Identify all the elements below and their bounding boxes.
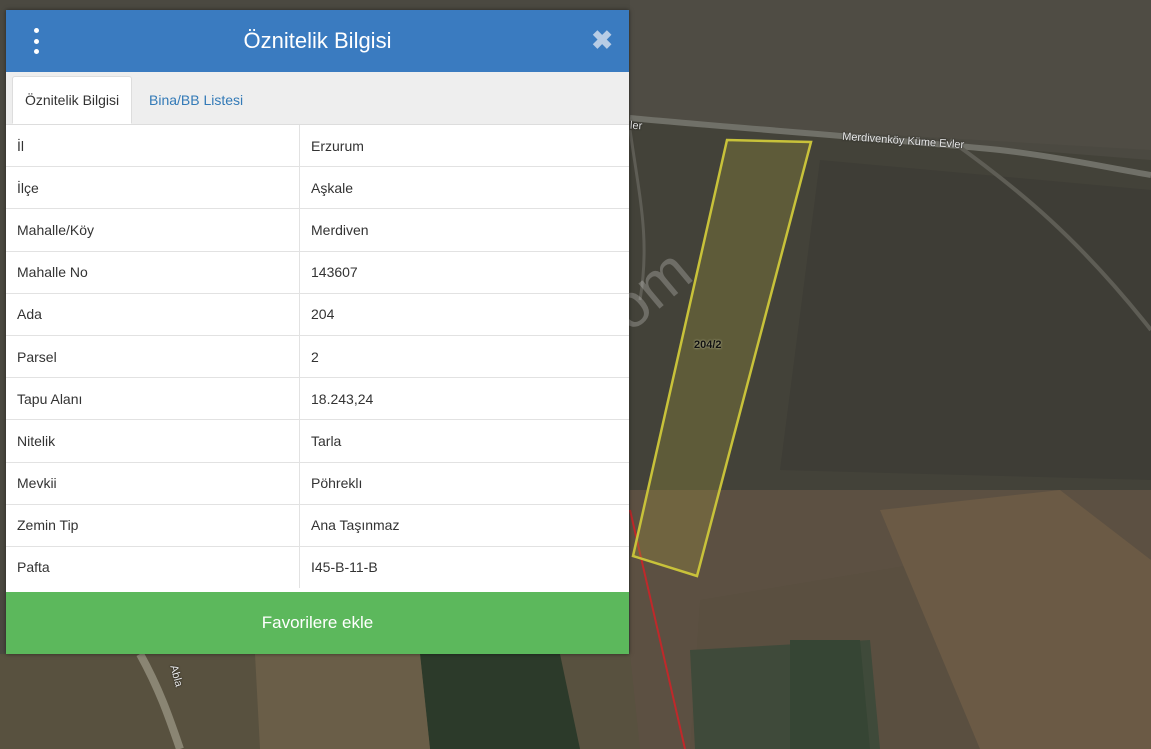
table-row: Zemin Tip Ana Taşınmaz [6, 503, 629, 547]
row-value: 204 [299, 292, 629, 336]
tab-building-list[interactable]: Bina/BB Listesi [137, 76, 255, 124]
row-value: 18.243,24 [299, 377, 629, 420]
table-row: Tapu Alanı 18.243,24 [6, 377, 629, 420]
table-row: Mahalle No 143607 [6, 250, 629, 294]
row-key: Ada [6, 292, 300, 336]
tab-bar: Öznitelik Bilgisi Bina/BB Listesi [6, 72, 629, 125]
row-key: Mahalle No [6, 250, 300, 294]
table-row: Mevkii Pöhreklı [6, 461, 629, 505]
parcel-label: 204/2 [694, 339, 722, 351]
row-value: Tarla [299, 419, 629, 462]
row-key: Mevkii [6, 461, 300, 505]
row-key: Zemin Tip [6, 503, 300, 547]
row-value: 2 [299, 334, 629, 378]
close-icon[interactable]: ✖ [591, 26, 613, 54]
table-row: Pafta I45-B-11-B [6, 545, 629, 589]
row-value: Ana Taşınmaz [299, 503, 629, 547]
row-key: İl [6, 125, 300, 167]
row-value: Aşkale [299, 166, 629, 209]
row-value: Erzurum [311, 137, 364, 154]
row-key: İlçe [6, 166, 300, 209]
row-key: Tapu Alanı [6, 377, 300, 420]
attribute-info-panel: Öznitelik Bilgisi ✖ Öznitelik Bilgisi Bi… [6, 10, 629, 654]
row-key: Mahalle/Köy [6, 208, 300, 252]
tab-attribute-info[interactable]: Öznitelik Bilgisi [12, 76, 133, 124]
table-row: Parsel 2 [6, 334, 629, 378]
add-to-favorites-button[interactable]: Favorilere ekle [6, 592, 629, 654]
row-key: Parsel [6, 334, 300, 378]
table-row: Nitelik Tarla [6, 419, 629, 462]
table-row: İlçe Aşkale [6, 166, 629, 209]
row-key: Pafta [6, 545, 300, 589]
table-row: Mahalle/Köy Merdiven [6, 208, 629, 252]
panel-header: Öznitelik Bilgisi ✖ [6, 10, 629, 72]
table-row: Ada 204 [6, 292, 629, 336]
row-value: I45-B-11-B [299, 545, 629, 589]
table-row: İl Erzurum [6, 125, 629, 167]
row-value: 143607 [299, 250, 629, 294]
panel-title: Öznitelik Bilgisi [243, 28, 392, 53]
row-value: Merdiven [299, 208, 629, 252]
road-label-left: ler [629, 119, 643, 133]
attribute-table: İl Erzurum İlçe Aşkale Mahalle/Köy Merdiven… [6, 125, 629, 589]
menu-icon[interactable] [28, 28, 44, 54]
row-value: Pöhreklı [299, 461, 629, 505]
row-key: Nitelik [6, 419, 300, 462]
